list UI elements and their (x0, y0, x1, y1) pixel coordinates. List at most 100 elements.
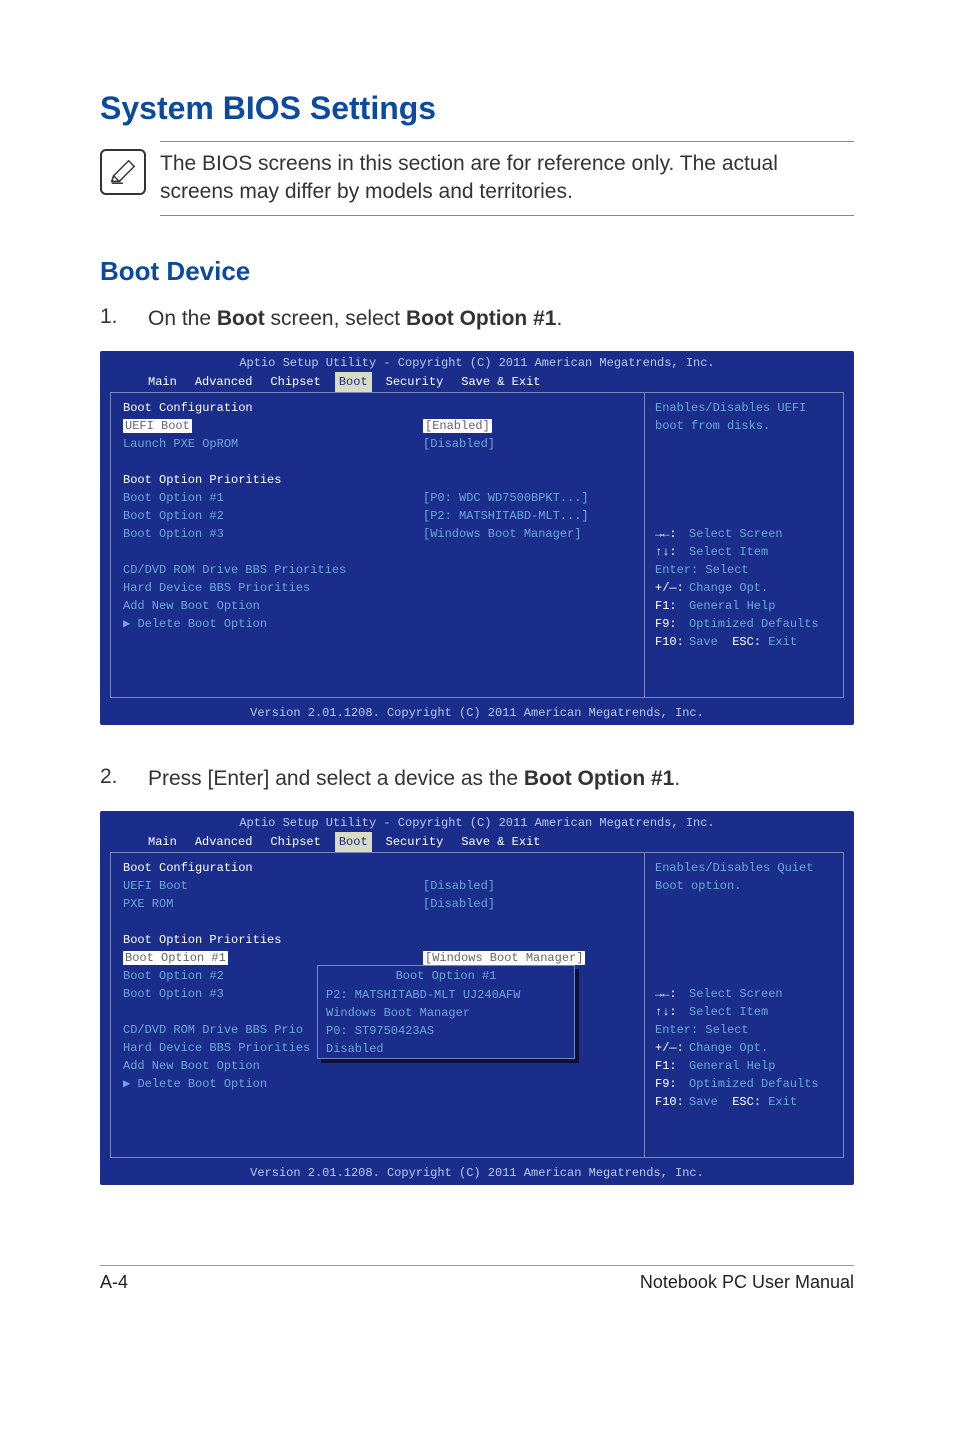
row-value: [P0: WDC WD7500BPKT...] (423, 489, 632, 507)
triangle-icon: ▶ (123, 1077, 137, 1091)
tab-boot: Boot (335, 832, 372, 852)
note-text: The BIOS screens in this section are for… (160, 141, 854, 216)
key: F9: (655, 615, 689, 633)
val: Select Screen (689, 987, 783, 1001)
bios-header: Aptio Setup Utility - Copyright (C) 2011… (100, 351, 854, 372)
tab-chipset: Chipset (266, 372, 324, 392)
row-label: Boot Configuration (123, 859, 423, 877)
step-text: Press [Enter] and select a device as the… (148, 765, 854, 793)
val: General Help (689, 1059, 775, 1073)
val: Select (705, 563, 748, 577)
bios-body: Boot Configuration UEFI Boot Launch PXE … (100, 392, 854, 704)
popup-item: P0: ST9750423AS (318, 1022, 574, 1040)
bios-side: Enables/Disables Quiet Boot option. →←:S… (644, 852, 844, 1158)
row-label: ▶ Delete Boot Option (123, 615, 423, 633)
row-label: Add New Boot Option (123, 1057, 423, 1075)
text-bold: Boot Option #1 (524, 767, 675, 790)
bios-left: Boot Configuration UEFI Boot Launch PXE … (123, 399, 423, 687)
key: ESC: (732, 635, 761, 649)
val: Change Opt. (689, 1041, 768, 1055)
row-label: Boot Option #1 (123, 489, 423, 507)
text-bold: Boot (217, 307, 265, 330)
bios-footer: Version 2.01.1208. Copyright (C) 2011 Am… (100, 704, 854, 725)
note-icon (100, 149, 146, 195)
bios-screenshot-1: Aptio Setup Utility - Copyright (C) 2011… (100, 351, 854, 725)
row-label: Boot Option #3 (123, 525, 423, 543)
tab-main: Main (144, 372, 181, 392)
row-highlight: Boot Option #1 (123, 951, 228, 965)
footer-left: A-4 (100, 1272, 128, 1293)
key: F9: (655, 1075, 689, 1093)
val: Exit (768, 635, 797, 649)
row-value: [P2: MATSHITABD-MLT...] (423, 507, 632, 525)
val: Change Opt. (689, 581, 768, 595)
val: Select (705, 1023, 748, 1037)
row-label: UEFI Boot (123, 877, 423, 895)
tab-chipset: Chipset (266, 832, 324, 852)
popup-boot-option: Boot Option #1 P2: MATSHITABD-MLT UJ240A… (317, 965, 575, 1059)
val: Exit (768, 1095, 797, 1109)
popup-item: P2: MATSHITABD-MLT UJ240AFW (318, 986, 574, 1004)
bios-help: Enables/Disables Quiet Boot option. (655, 859, 833, 895)
val: General Help (689, 599, 775, 613)
key: F1: (655, 597, 689, 615)
row-value: [Disabled] (423, 895, 632, 913)
step-1: 1. On the Boot screen, select Boot Optio… (100, 305, 854, 333)
key: ↑↓: (655, 543, 689, 561)
row-label: Boot Option Priorities (123, 931, 423, 949)
page-title: System BIOS Settings (100, 90, 854, 127)
key: +/—: (655, 1039, 689, 1057)
row-label: Boot Option Priorities (123, 471, 423, 489)
text: Delete Boot Option (137, 1077, 267, 1091)
pencil-note-icon (108, 157, 138, 187)
popup-item: Windows Boot Manager (318, 1004, 574, 1022)
bios-nav: →←:Select Screen ↑↓:Select Item Enter: S… (655, 525, 833, 651)
step-text: On the Boot screen, select Boot Option #… (148, 305, 854, 333)
val: Optimized Defaults (689, 617, 819, 631)
key: F10: (655, 633, 689, 651)
row-label: Boot Configuration (123, 399, 423, 417)
popup-title: Boot Option #1 (318, 966, 574, 986)
row-label: CD/DVD ROM Drive BBS Priorities (123, 561, 423, 579)
val: Save (689, 635, 718, 649)
tab-save: Save & Exit (457, 832, 544, 852)
section-title: Boot Device (100, 256, 854, 287)
bios-main: Boot Configuration UEFI Boot PXE ROM Boo… (110, 852, 644, 1158)
key: F10: (655, 1093, 689, 1111)
row-label: Add New Boot Option (123, 597, 423, 615)
tab-save: Save & Exit (457, 372, 544, 392)
step-2: 2. Press [Enter] and select a device as … (100, 765, 854, 793)
text: On the (148, 307, 217, 330)
key: +/—: (655, 579, 689, 597)
text-bold: Boot Option #1 (406, 307, 557, 330)
tab-security: Security (382, 372, 448, 392)
row-value: [Windows Boot Manager] (423, 525, 632, 543)
bios-body: Boot Configuration UEFI Boot PXE ROM Boo… (100, 852, 854, 1164)
val: Select Item (689, 1005, 768, 1019)
bios-footer: Version 2.01.1208. Copyright (C) 2011 Am… (100, 1164, 854, 1185)
text: . (556, 307, 562, 330)
page-footer: A-4 Notebook PC User Manual (100, 1265, 854, 1293)
text: Press [Enter] and select a device as the (148, 767, 524, 790)
bios-header: Aptio Setup Utility - Copyright (C) 2011… (100, 811, 854, 832)
row-label: ▶ Delete Boot Option (123, 1075, 423, 1093)
key: Enter: (655, 563, 698, 577)
row-value: [Disabled] (423, 435, 632, 453)
step-number: 1. (100, 305, 120, 333)
text: screen, select (265, 307, 406, 330)
tab-advanced: Advanced (191, 372, 257, 392)
text: . (674, 767, 680, 790)
val: Select Item (689, 545, 768, 559)
bios-tabs: Main Advanced Chipset Boot Security Save… (100, 832, 854, 852)
key: →←: (655, 985, 689, 1003)
key: ↑↓: (655, 1003, 689, 1021)
row-value: [Disabled] (423, 877, 632, 895)
tab-boot: Boot (335, 372, 372, 392)
bios-tabs: Main Advanced Chipset Boot Security Save… (100, 372, 854, 392)
tab-security: Security (382, 832, 448, 852)
note-row: The BIOS screens in this section are for… (100, 141, 854, 216)
tab-main: Main (144, 832, 181, 852)
tab-advanced: Advanced (191, 832, 257, 852)
text: Delete Boot Option (137, 617, 267, 631)
popup-item: Disabled (318, 1040, 574, 1058)
